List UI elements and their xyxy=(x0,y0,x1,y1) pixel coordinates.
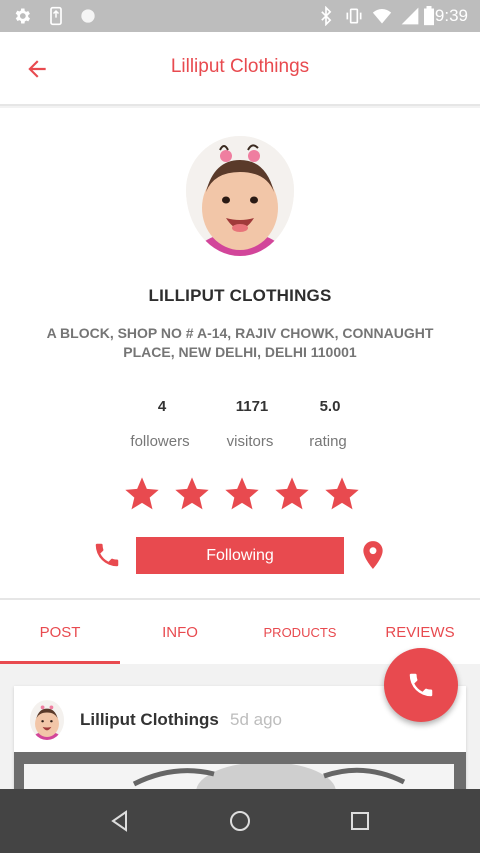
star-icon xyxy=(325,477,359,510)
shop-name: LILLIPUT CLOTHINGS xyxy=(148,286,332,305)
rating-stars xyxy=(122,474,362,518)
navigation-bar xyxy=(0,789,480,853)
tab-info[interactable]: INFO xyxy=(120,600,240,664)
rating-value: 5.0 xyxy=(319,398,341,415)
tab-products[interactable]: PRODUCTS xyxy=(240,600,360,664)
visitors-count: 1171 xyxy=(235,398,269,415)
screenshot-icon xyxy=(50,6,62,26)
signal-icon xyxy=(401,7,419,25)
shop-address: A BLOCK, SHOP NO # A-14, RAJIV CHOWK, CO… xyxy=(46,325,434,360)
post-avatar-image xyxy=(30,701,64,740)
star-icon xyxy=(275,477,309,510)
screen: 9:39 Lilliput Clothings LILLIPUT CLOTHIN… xyxy=(0,0,480,853)
status-time: 9:39 xyxy=(434,6,468,25)
vibrate-icon xyxy=(346,8,362,24)
nav-back-icon[interactable] xyxy=(108,809,132,833)
call-fab-button[interactable] xyxy=(384,648,458,722)
wifi-icon xyxy=(372,9,392,24)
status-bar: 9:39 xyxy=(0,0,480,32)
post-avatar[interactable] xyxy=(30,700,64,740)
circle-icon xyxy=(81,9,95,23)
post-time: 5d ago xyxy=(230,710,282,729)
avatar[interactable] xyxy=(186,136,294,256)
tab-post[interactable]: POST xyxy=(0,600,120,664)
phone-icon xyxy=(409,673,433,697)
following-button[interactable]: Following xyxy=(136,537,344,574)
post-author[interactable]: Lilliput Clothings xyxy=(80,710,219,730)
profile-card: LILLIPUT CLOTHINGS A BLOCK, SHOP NO # A-… xyxy=(0,108,480,600)
app-bar: Lilliput Clothings xyxy=(0,32,480,106)
settings-icon xyxy=(15,8,31,24)
location-pin-icon[interactable] xyxy=(360,540,386,570)
star-icon xyxy=(125,477,159,510)
rating-label: rating xyxy=(309,433,347,450)
star-icon xyxy=(225,477,259,510)
star-icon xyxy=(175,477,209,510)
nav-recents-icon[interactable] xyxy=(348,809,372,833)
avatar-image xyxy=(186,136,294,256)
nav-home-icon[interactable] xyxy=(228,809,252,833)
phone-icon[interactable] xyxy=(92,540,122,570)
page-title: Lilliput Clothings xyxy=(170,56,310,77)
battery-icon xyxy=(424,6,434,26)
followers-label: followers xyxy=(130,433,190,450)
followers-count: 4 xyxy=(157,398,167,415)
bluetooth-icon xyxy=(321,6,332,26)
